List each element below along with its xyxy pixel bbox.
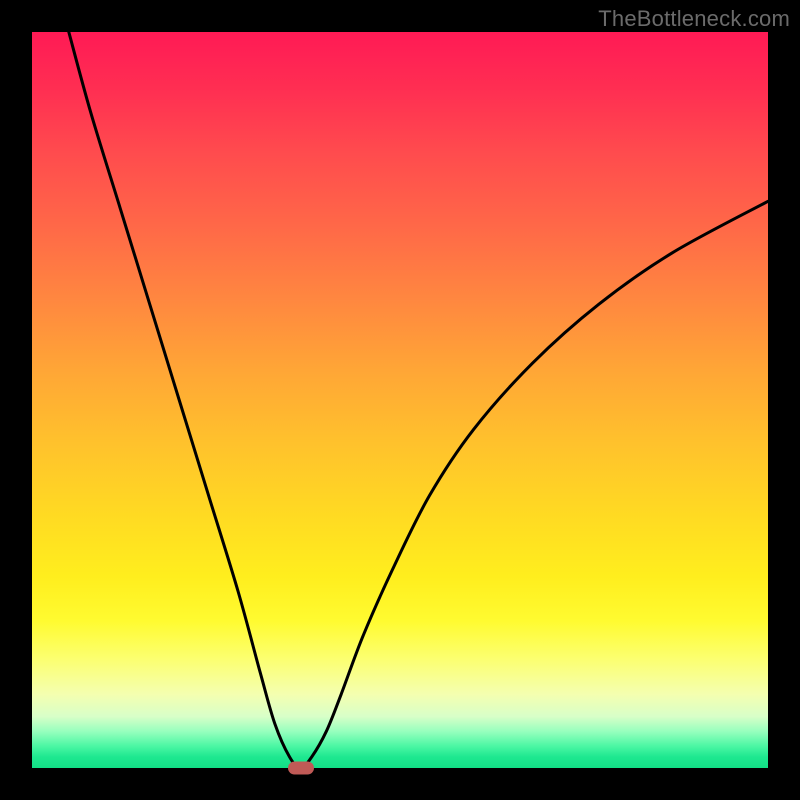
bottleneck-curve-path [69,32,768,768]
watermark-text: TheBottleneck.com [598,6,790,32]
min-point-marker [288,762,314,775]
chart-frame: TheBottleneck.com [0,0,800,800]
chart-plot-area [32,32,768,768]
curve-svg [32,32,768,768]
